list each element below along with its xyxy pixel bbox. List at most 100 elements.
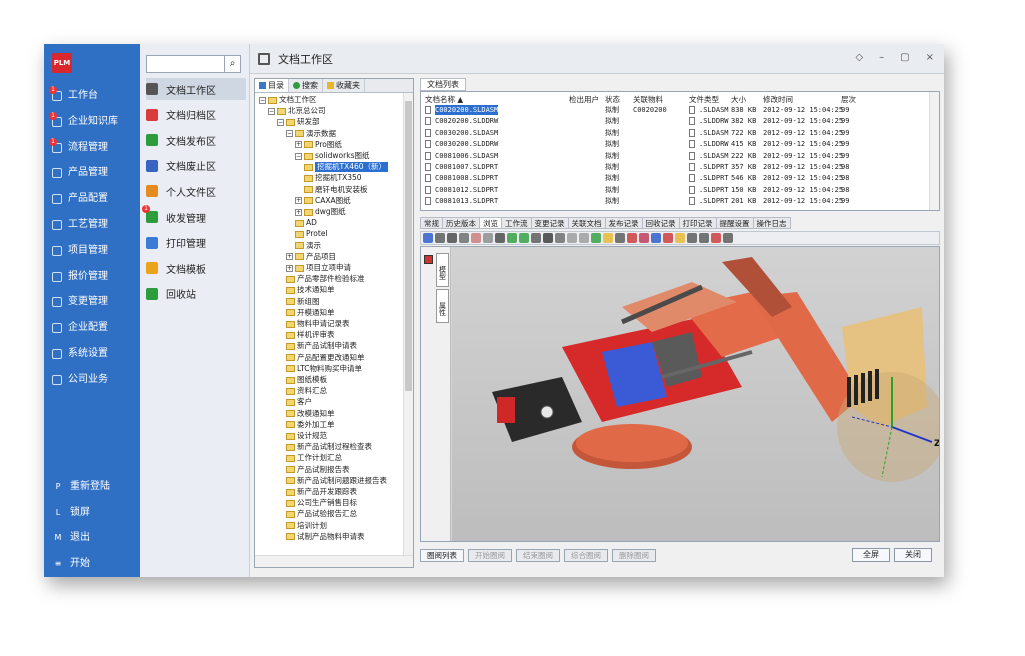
nav-bottom-item-1[interactable]: L 锁屏 bbox=[52, 502, 90, 524]
nav-bottom-item-3[interactable]: ≡ 开始 bbox=[52, 553, 90, 575]
detail-tab-4[interactable]: 变更记录 bbox=[531, 217, 569, 229]
close-window-button[interactable]: × bbox=[926, 52, 934, 63]
tree-node[interactable]: 演示 bbox=[295, 241, 321, 251]
fullscreen-button[interactable]: 全屏 bbox=[852, 548, 890, 562]
sub-item-5[interactable]: 1 收发管理 bbox=[142, 205, 246, 228]
toolbar-tool-icon[interactable] bbox=[639, 233, 649, 243]
collapse-icon[interactable]: − bbox=[268, 107, 275, 115]
close-button[interactable]: 关闭 bbox=[894, 548, 932, 562]
toolbar-tool-icon[interactable] bbox=[675, 233, 685, 243]
tree-node[interactable]: − 文档工作区 bbox=[259, 95, 317, 105]
end-markup-button[interactable]: 结束圈阅 bbox=[516, 548, 560, 562]
toolbar-tool-icon[interactable] bbox=[591, 233, 601, 243]
column-header[interactable]: 文档名称 ▲ bbox=[425, 94, 463, 105]
expand-icon[interactable]: + bbox=[286, 264, 293, 272]
table-row[interactable]: C0081007.SLDPRT 拟制 .SLDPRT 357 KB 2012-09-12… bbox=[421, 162, 929, 172]
detail-tab-0[interactable]: 常规 bbox=[420, 217, 443, 229]
toolbar-tool-icon[interactable] bbox=[663, 233, 673, 243]
tree-node[interactable]: − 研发部 bbox=[277, 117, 320, 127]
detail-tab-5[interactable]: 关联文档 bbox=[568, 217, 606, 229]
tree-node[interactable]: 新产品试制过程检查表 bbox=[286, 442, 372, 452]
table-row[interactable]: C0081013.SLDPRT 拟制 .SLDPRT 201 KB 2012-09-12… bbox=[421, 196, 929, 206]
sub-item-7[interactable]: 文档模板 bbox=[146, 257, 246, 279]
collapse-icon[interactable]: − bbox=[295, 152, 302, 160]
tree-node[interactable]: 公司生产销售目标 bbox=[286, 498, 357, 508]
expand-icon[interactable]: + bbox=[295, 141, 302, 149]
tree-node[interactable]: 样机评审表 bbox=[286, 330, 335, 340]
detail-tab-3[interactable]: 工作流 bbox=[502, 217, 532, 229]
toolbar-tool-icon[interactable] bbox=[447, 233, 457, 243]
toolbar-tool-icon[interactable] bbox=[615, 233, 625, 243]
tab-favorites[interactable]: 收藏夹 bbox=[323, 79, 365, 92]
column-header[interactable]: 检出用户 bbox=[569, 94, 599, 105]
nav-item-0[interactable]: 1 工作台 bbox=[49, 85, 98, 107]
nav-item-7[interactable]: 报价管理 bbox=[52, 266, 108, 288]
table-row[interactable]: C0030200.SLDDRW 拟制 .SLDDRW 415 KB 2012-09-12… bbox=[421, 139, 929, 149]
side-tab-properties[interactable]: 属性 bbox=[436, 289, 449, 323]
detail-tab-8[interactable]: 打印记录 bbox=[679, 217, 717, 229]
tree-node[interactable]: 设计规范 bbox=[286, 431, 327, 441]
tree-node[interactable]: 技术通知单 bbox=[286, 285, 335, 295]
table-row[interactable]: C0030200.SLDASM 拟制 .SLDASM 722 KB 2012-09-12… bbox=[421, 128, 929, 138]
side-tab-model[interactable]: 模型 bbox=[436, 253, 449, 287]
column-header[interactable]: 大小 bbox=[731, 94, 746, 105]
tree-node[interactable]: 资料汇总 bbox=[286, 386, 327, 396]
nav-item-10[interactable]: 系统设置 bbox=[52, 343, 108, 365]
nav-item-5[interactable]: 工艺管理 bbox=[52, 214, 108, 236]
tree-node[interactable]: 产品零部件检验标准 bbox=[286, 274, 365, 284]
nav-item-1[interactable]: 1 企业知识库 bbox=[49, 111, 118, 133]
tree-node[interactable]: 委外加工单 bbox=[286, 420, 335, 430]
tree-node[interactable]: 改模通知单 bbox=[286, 409, 335, 419]
table-row[interactable]: C0081008.SLDPRT 拟制 .SLDPRT 546 KB 2012-09-12… bbox=[421, 173, 929, 183]
detail-tab-1[interactable]: 历史版本 bbox=[443, 217, 480, 229]
toolbar-tool-icon[interactable] bbox=[627, 233, 637, 243]
nav-item-4[interactable]: 产品配置 bbox=[52, 188, 108, 210]
combined-markup-button[interactable]: 综合圈阅 bbox=[564, 548, 608, 562]
toolbar-tool-icon[interactable] bbox=[435, 233, 445, 243]
toolbar-tool-icon[interactable] bbox=[711, 233, 721, 243]
tree-scrollbar[interactable] bbox=[403, 93, 413, 555]
table-row[interactable]: C0081012.SLDPRT 拟制 .SLDPRT 150 KB 2012-09-12… bbox=[421, 185, 929, 195]
toolbar-tool-icon[interactable] bbox=[483, 233, 493, 243]
minimize-button[interactable]: – bbox=[879, 52, 884, 63]
tab-directory[interactable]: 目录 bbox=[255, 79, 289, 92]
tree-node[interactable]: + 项目立项申请 bbox=[286, 263, 351, 273]
column-header[interactable]: 文件类型 bbox=[689, 94, 719, 105]
nav-bottom-item-2[interactable]: M 退出 bbox=[52, 527, 90, 549]
tree-node[interactable]: + CAXA图纸 bbox=[295, 196, 351, 206]
tree-node[interactable]: 物料申请记录表 bbox=[286, 319, 350, 329]
toolbar-tool-icon[interactable] bbox=[531, 233, 541, 243]
toolbar-tool-icon[interactable] bbox=[579, 233, 589, 243]
tree-node[interactable]: 开模通知单 bbox=[286, 308, 335, 318]
collapse-icon[interactable]: − bbox=[277, 118, 284, 126]
search-input[interactable]: ⌕ bbox=[146, 55, 241, 73]
table-row[interactable]: C0081006.SLDASM 拟制 .SLDASM 222 KB 2012-09-12… bbox=[421, 151, 929, 161]
nav-bottom-item-0[interactable]: P 重新登陆 bbox=[52, 476, 110, 498]
column-header[interactable]: 层次 bbox=[841, 94, 856, 105]
toolbar-tool-icon[interactable] bbox=[651, 233, 661, 243]
toolbar-tool-icon[interactable] bbox=[471, 233, 481, 243]
nav-item-6[interactable]: 项目管理 bbox=[52, 240, 108, 262]
toolbar-tool-icon[interactable] bbox=[507, 233, 517, 243]
detail-tab-2[interactable]: 浏览 bbox=[480, 217, 502, 229]
tree-node[interactable]: 培训计划 bbox=[286, 521, 327, 531]
tree-node[interactable]: Protel bbox=[295, 229, 328, 239]
tree-node[interactable]: LTC物料购买申请单 bbox=[286, 364, 362, 374]
tab-search[interactable]: 搜索 bbox=[289, 79, 323, 92]
sub-item-3[interactable]: 文档废止区 bbox=[146, 155, 246, 177]
tree-node[interactable]: − 演示数据 bbox=[286, 129, 336, 139]
nav-item-2[interactable]: 1 流程管理 bbox=[49, 137, 108, 159]
tree-node[interactable]: 新产品试制申请表 bbox=[286, 341, 357, 351]
tree-node[interactable]: 磨钎电机安装板 bbox=[304, 185, 368, 195]
nav-item-8[interactable]: 变更管理 bbox=[52, 291, 108, 313]
tree-node[interactable]: 新产品开发跟踪表 bbox=[286, 487, 357, 497]
detail-tab-7[interactable]: 回收记录 bbox=[642, 217, 680, 229]
toolbar-tool-icon[interactable] bbox=[495, 233, 505, 243]
pin-button[interactable]: ◇ bbox=[855, 52, 863, 63]
tree-node[interactable]: 新组图 bbox=[286, 297, 320, 307]
table-row[interactable]: C0020200.SLDDRW 拟制 .SLDDRW 382 KB 2012-09-12… bbox=[421, 116, 929, 126]
toolbar-tool-icon[interactable] bbox=[687, 233, 697, 243]
tree-node[interactable]: − 北京总公司 bbox=[268, 106, 326, 116]
scroll-thumb[interactable] bbox=[405, 101, 412, 391]
toolbar-tool-icon[interactable] bbox=[543, 233, 553, 243]
